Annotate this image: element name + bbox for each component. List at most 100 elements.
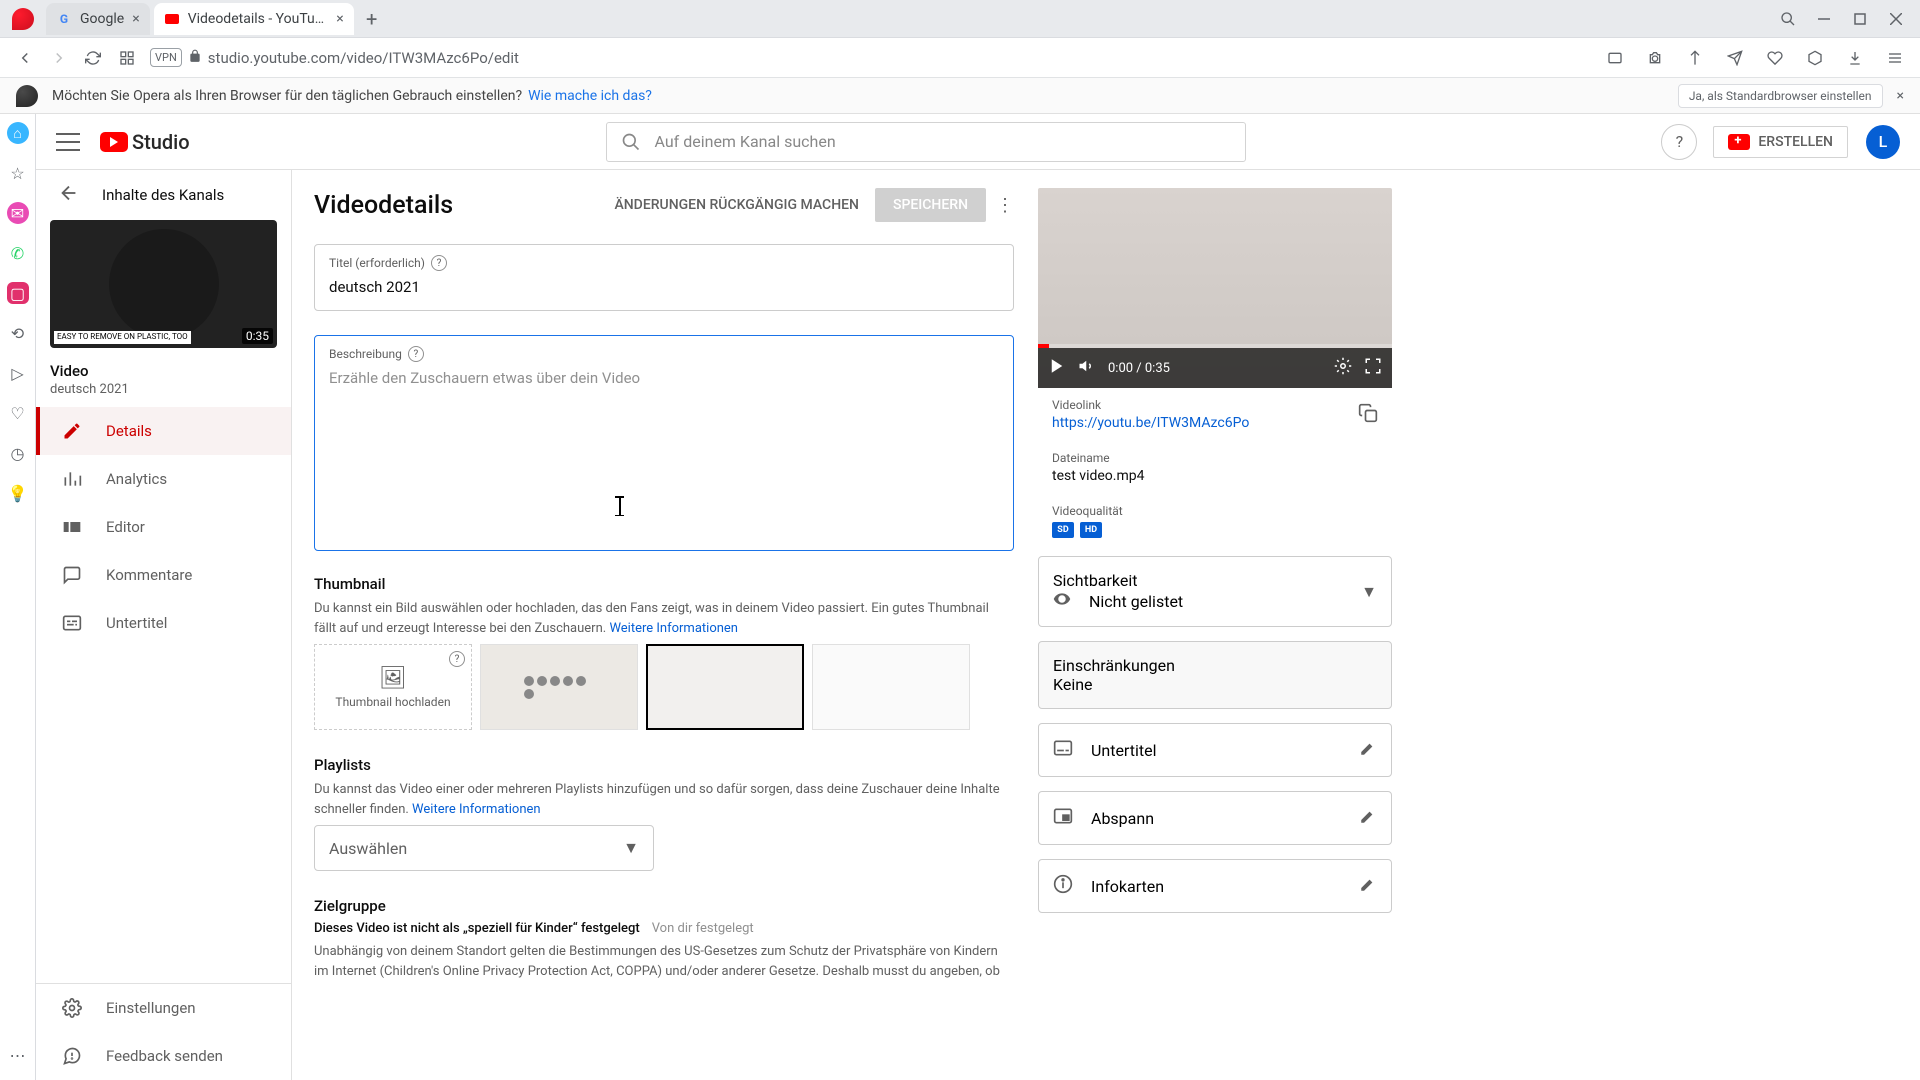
more-info-link[interactable]: Weitere Informationen: [412, 802, 541, 817]
fullscreen-icon[interactable]: [1364, 357, 1382, 379]
description-field[interactable]: Beschreibung ? Erzähle den Zuschauern et…: [314, 335, 1014, 551]
tab-title: Videodetails - YouTube St...: [188, 11, 329, 27]
video-preview[interactable]: 0:00 / 0:35: [1038, 188, 1392, 388]
promo-set-default-button[interactable]: Ja, als Standardbrowser einstellen: [1678, 84, 1883, 108]
instagram-icon[interactable]: ▢: [7, 282, 29, 304]
cube-icon[interactable]: [1798, 41, 1832, 75]
help-icon[interactable]: ?: [431, 255, 447, 271]
quality-block: Videoqualität SD HD: [1038, 494, 1392, 556]
infocards-card[interactable]: Infokarten: [1038, 859, 1392, 913]
menu-icon[interactable]: [1878, 41, 1912, 75]
sidebar-item-details[interactable]: Details: [36, 407, 291, 455]
send-icon[interactable]: [1718, 41, 1752, 75]
download-icon[interactable]: [1838, 41, 1872, 75]
title-field[interactable]: Titel (erforderlich) ?: [314, 244, 1014, 311]
more-options-button[interactable]: ⋮: [996, 195, 1014, 216]
videolink-block: Videolink https://youtu.be/ITW3MAzc6Po: [1038, 388, 1392, 441]
video-thumbnail[interactable]: EASY TO REMOVE ON PLASTIC, TOO 0:35: [50, 220, 277, 348]
title-input[interactable]: [329, 278, 999, 296]
help-button[interactable]: ?: [1661, 124, 1697, 160]
studio-sidebar: Inhalte des Kanals EASY TO REMOVE ON PLA…: [36, 170, 292, 1080]
google-favicon-icon: G: [56, 11, 72, 27]
back-to-channel-button[interactable]: [58, 182, 80, 208]
gear-icon[interactable]: [1334, 357, 1352, 379]
browser-tab-youtube-studio[interactable]: Videodetails - YouTube St... ×: [154, 3, 354, 35]
workspace-icon[interactable]: ⌂: [7, 122, 29, 144]
opera-sidebar: ⌂ ☆ ✉ ✆ ▢ ⟲ ▷ ♡ ◷ 💡 ⋯: [0, 114, 36, 1080]
avatar[interactable]: L: [1866, 125, 1900, 159]
heart-icon[interactable]: ♡: [7, 402, 29, 424]
browser-tab-google[interactable]: G Google ×: [46, 3, 150, 35]
maximize-window-icon[interactable]: [1842, 3, 1878, 35]
history-icon[interactable]: ⟲: [7, 322, 29, 344]
endscreen-icon: [1053, 806, 1077, 830]
play-icon[interactable]: ▷: [7, 362, 29, 384]
reload-button[interactable]: [76, 41, 110, 75]
pencil-icon[interactable]: [1359, 875, 1377, 897]
opera-promo-bar: Möchten Sie Opera als Ihren Browser für …: [0, 78, 1920, 114]
copy-link-button[interactable]: [1358, 403, 1378, 427]
visibility-select[interactable]: Sichtbarkeit Nicht gelistet ▼: [1038, 556, 1392, 627]
volume-icon[interactable]: [1078, 357, 1096, 379]
endscreen-card[interactable]: Abspann: [1038, 791, 1392, 845]
play-icon[interactable]: [1048, 357, 1066, 379]
url-bar: VPN studio.youtube.com/video/ITW3MAzc6Po…: [0, 38, 1920, 78]
more-info-link[interactable]: Weitere Informationen: [609, 621, 738, 636]
vpn-badge[interactable]: VPN: [150, 48, 182, 67]
save-button[interactable]: SPEICHERN: [875, 188, 986, 222]
forward-button[interactable]: [42, 41, 76, 75]
tab-title: Google: [80, 11, 124, 27]
sidebar-item-feedback[interactable]: Feedback senden: [36, 1032, 291, 1080]
sidebar-item-analytics[interactable]: Analytics: [36, 455, 291, 503]
pencil-icon[interactable]: [1359, 807, 1377, 829]
description-textarea[interactable]: Erzähle den Zuschauern etwas über dein V…: [329, 368, 999, 536]
url-text[interactable]: studio.youtube.com/video/ITW3MAzc6Po/edi…: [208, 49, 1598, 67]
opera-icon: [16, 85, 38, 107]
search-input[interactable]: Auf deinem Kanal suchen: [606, 122, 1246, 162]
more-icon[interactable]: ⋯: [7, 1044, 29, 1066]
help-icon[interactable]: ?: [408, 346, 424, 362]
pencil-icon: [60, 421, 84, 441]
speed-dial-icon[interactable]: [110, 41, 144, 75]
feedback-icon: [60, 1046, 84, 1066]
upload-thumbnail-button[interactable]: ? 🖼 Thumbnail hochladen: [314, 644, 472, 730]
pencil-icon[interactable]: [1359, 739, 1377, 761]
sidebar-item-comments[interactable]: Kommentare: [36, 551, 291, 599]
close-icon[interactable]: ×: [336, 11, 343, 27]
heart-icon[interactable]: [1758, 41, 1792, 75]
close-icon[interactable]: ×: [132, 11, 139, 27]
star-icon[interactable]: ☆: [7, 162, 29, 184]
minimize-window-icon[interactable]: [1806, 3, 1842, 35]
sidebar-item-subtitles[interactable]: Untertitel: [36, 599, 291, 647]
pin-icon[interactable]: [1678, 41, 1712, 75]
lock-icon[interactable]: [188, 48, 202, 67]
thumbnail-option-3[interactable]: [812, 644, 970, 730]
subtitles-card[interactable]: Untertitel: [1038, 723, 1392, 777]
promo-link[interactable]: Wie mache ich das?: [528, 88, 652, 104]
clock-icon[interactable]: ◷: [7, 442, 29, 464]
lightbulb-icon[interactable]: 💡: [7, 482, 29, 504]
close-icon[interactable]: ×: [1897, 88, 1904, 104]
sidebar-item-editor[interactable]: Editor: [36, 503, 291, 551]
camera-icon[interactable]: [1638, 41, 1672, 75]
search-icon[interactable]: [1770, 3, 1806, 35]
create-button[interactable]: ERSTELLEN: [1713, 126, 1848, 158]
snapshot-icon[interactable]: [1598, 41, 1632, 75]
video-link[interactable]: https://youtu.be/ITW3MAzc6Po: [1052, 415, 1249, 431]
playlists-select[interactable]: Auswählen ▼: [314, 825, 654, 871]
youtube-studio-logo[interactable]: Studio: [100, 130, 190, 154]
close-window-icon[interactable]: [1878, 3, 1914, 35]
help-icon[interactable]: ?: [449, 651, 465, 667]
messenger-icon[interactable]: ✉: [7, 202, 29, 224]
back-button[interactable]: [8, 41, 42, 75]
studio-header: Studio Auf deinem Kanal suchen ? ERSTELL…: [36, 114, 1920, 170]
new-tab-button[interactable]: +: [358, 5, 386, 33]
hamburger-menu-button[interactable]: [56, 130, 80, 154]
thumbnail-option-2[interactable]: [646, 644, 804, 730]
undo-changes-button[interactable]: ÄNDERUNGEN RÜCKGÄNGIG MACHEN: [614, 197, 859, 213]
thumbnail-option-1[interactable]: [480, 644, 638, 730]
sidebar-item-settings[interactable]: Einstellungen: [36, 984, 291, 1032]
visibility-icon: [1053, 590, 1071, 612]
audience-set-by: Von dir festgelegt: [652, 921, 754, 936]
whatsapp-icon[interactable]: ✆: [7, 242, 29, 264]
